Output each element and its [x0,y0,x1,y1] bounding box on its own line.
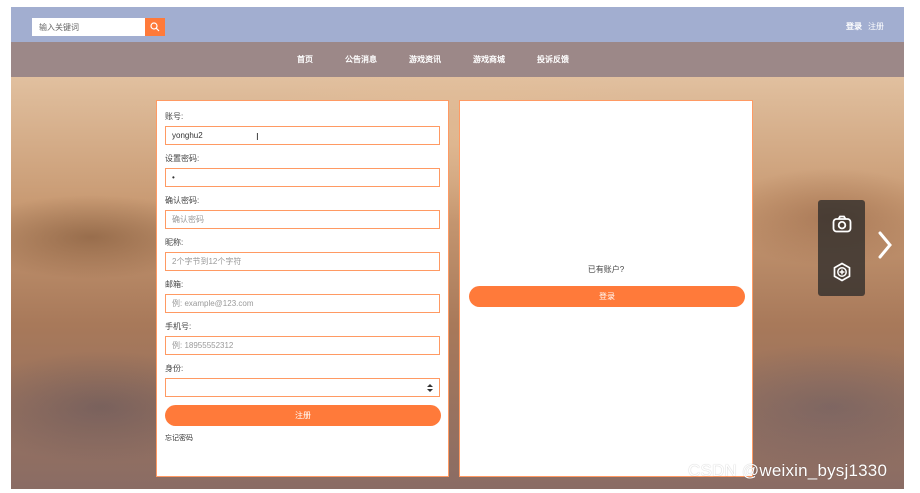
nav-item-feedback[interactable]: 投诉反馈 [537,54,569,65]
email-input[interactable]: 例: example@123.com [165,294,440,313]
search-input[interactable]: 输入关键词 [32,18,145,36]
search-box: 输入关键词 [32,18,165,36]
text-cursor-icon: I [256,132,259,143]
nickname-input[interactable]: 2个字节到12个字符 [165,252,440,271]
phone-input[interactable]: 例: 18955552312 [165,336,440,355]
confirm-password-label: 确认密码: [165,196,200,205]
top-bar: 输入关键词 登录 注册 [11,7,904,42]
identity-label: 身份: [165,364,184,373]
background-landscape [11,77,904,489]
ai-icon [833,262,850,282]
nav-item-home[interactable]: 首页 [297,54,313,65]
phone-label: 手机号: [165,322,192,331]
header-register-link[interactable]: 注册 [868,21,884,32]
auth-links: 登录 注册 [846,21,884,32]
login-panel: 已有账户? 登录 [459,100,753,477]
camera-icon [832,215,851,233]
browser-viewport: 输入关键词 登录 注册 首页 公告消息 游戏资讯 游戏商城 投诉反馈 账号: y… [11,7,904,489]
forgot-password-link[interactable]: 忘记密码 [165,433,440,443]
nav-item-game-store[interactable]: 游戏商城 [473,54,505,65]
nav-item-announcements[interactable]: 公告消息 [345,54,377,65]
floating-toolbox [818,200,865,296]
search-button[interactable] [145,18,165,36]
confirm-password-input[interactable]: 确认密码 [165,210,440,229]
screenshot-tool[interactable] [818,200,865,248]
has-account-text: 已有账户? [587,265,625,274]
csdn-watermark: CSDN @weixin_bysj1330 [688,461,888,480]
register-form: 账号: yonghu2 I 设置密码: • 确认密码: 确认密码 昵称: 2个字… [156,100,449,477]
nickname-label: 昵称: [165,238,184,247]
identity-select[interactable] [165,378,440,397]
account-input[interactable]: yonghu2 [165,126,440,145]
search-icon [150,22,160,32]
password-input[interactable]: • [165,168,440,187]
password-label: 设置密码: [165,154,200,163]
account-label: 账号: [165,112,184,121]
nav-item-game-news[interactable]: 游戏资讯 [409,54,441,65]
header-login-link[interactable]: 登录 [846,21,862,32]
main-nav: 首页 公告消息 游戏资讯 游戏商城 投诉反馈 [11,42,904,77]
ai-tool[interactable] [818,248,865,296]
next-slide-arrow[interactable] [877,231,893,261]
select-arrows-icon [427,383,433,392]
register-button[interactable]: 注册 [165,405,441,426]
email-label: 邮箱: [165,280,184,289]
login-button[interactable]: 登录 [469,286,745,307]
chevron-right-icon [878,231,892,259]
